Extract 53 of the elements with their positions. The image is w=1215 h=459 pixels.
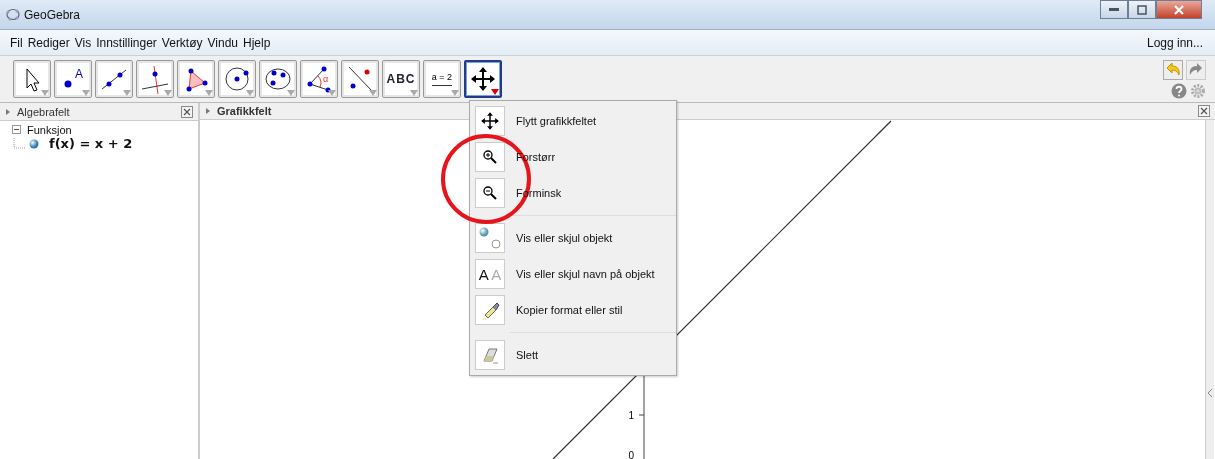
menu-item[interactable]: Innstillinger (96, 35, 157, 50)
panel-title: Algebrafelt (17, 105, 70, 118)
redo-icon[interactable] (1186, 59, 1206, 80)
help-icon[interactable] (1171, 82, 1187, 99)
menu-item[interactable]: Vis eller skjul navn på objekt (516, 268, 655, 280)
tool-button[interactable] (464, 60, 502, 98)
tree-connector-line (13, 137, 25, 150)
tool-icon[interactable] (475, 142, 505, 172)
close-icon (1173, 4, 1185, 15)
axis-tick-label: 0 (628, 450, 634, 459)
tree-group-label[interactable]: Funksjon (27, 124, 72, 136)
close-icon (1200, 107, 1208, 115)
restore-button[interactable] (1128, 0, 1156, 19)
close-button[interactable] (181, 105, 193, 118)
app-logo-icon (6, 8, 20, 21)
tool-button[interactable] (136, 60, 174, 98)
menu-item[interactable]: Kopier format eller stil (516, 304, 623, 316)
menu-item[interactable]: Vis eller skjul objekt (516, 232, 613, 244)
tool-icon[interactable]: A A (475, 259, 505, 289)
collapse-arrow-icon[interactable] (6, 108, 10, 115)
tool-button[interactable] (95, 60, 133, 98)
menu-item[interactable]: Rediger (27, 35, 70, 50)
visibility-dot-icon[interactable] (29, 138, 39, 149)
close-icon (183, 107, 191, 116)
tool-button[interactable] (13, 60, 51, 98)
login-link[interactable]: Logg inn... (1146, 35, 1203, 50)
close-button[interactable] (1156, 0, 1202, 19)
close-button[interactable] (1198, 105, 1210, 117)
collapse-toggle-icon[interactable] (12, 124, 21, 136)
collapse-arrow-icon[interactable] (206, 108, 210, 114)
perpendicular-line-icon (140, 64, 170, 94)
tool-button[interactable]: ABC (382, 60, 420, 98)
panel-title: Grafikkfelt (217, 105, 272, 117)
minimize-button[interactable] (1100, 0, 1128, 19)
menu-item[interactable]: Slett (516, 349, 538, 361)
tool-button[interactable]: a = 2 (423, 60, 461, 98)
tool-button[interactable] (218, 60, 256, 98)
menu-item[interactable]: Vis (74, 35, 92, 50)
menu-item[interactable]: Fil (10, 35, 23, 50)
tool-button[interactable] (177, 60, 215, 98)
axis-tick-label: 1 (628, 410, 634, 421)
circle-icon (222, 64, 252, 94)
menu-item[interactable]: Verktøy (161, 35, 203, 50)
restore-icon (1137, 4, 1147, 15)
tool-button[interactable] (259, 60, 297, 98)
minimize-icon (1109, 7, 1119, 12)
menu-item[interactable]: Vindu (207, 35, 239, 50)
tool-icon[interactable] (475, 178, 505, 208)
tool-icon[interactable] (475, 106, 505, 136)
menu-item[interactable]: Flytt grafikkfeltet (516, 115, 597, 127)
window-title: GeoGebra (24, 7, 81, 22)
function-definition[interactable]: f(x) = x + 2 (49, 136, 133, 151)
menu-item[interactable]: Hjelp (243, 35, 271, 50)
